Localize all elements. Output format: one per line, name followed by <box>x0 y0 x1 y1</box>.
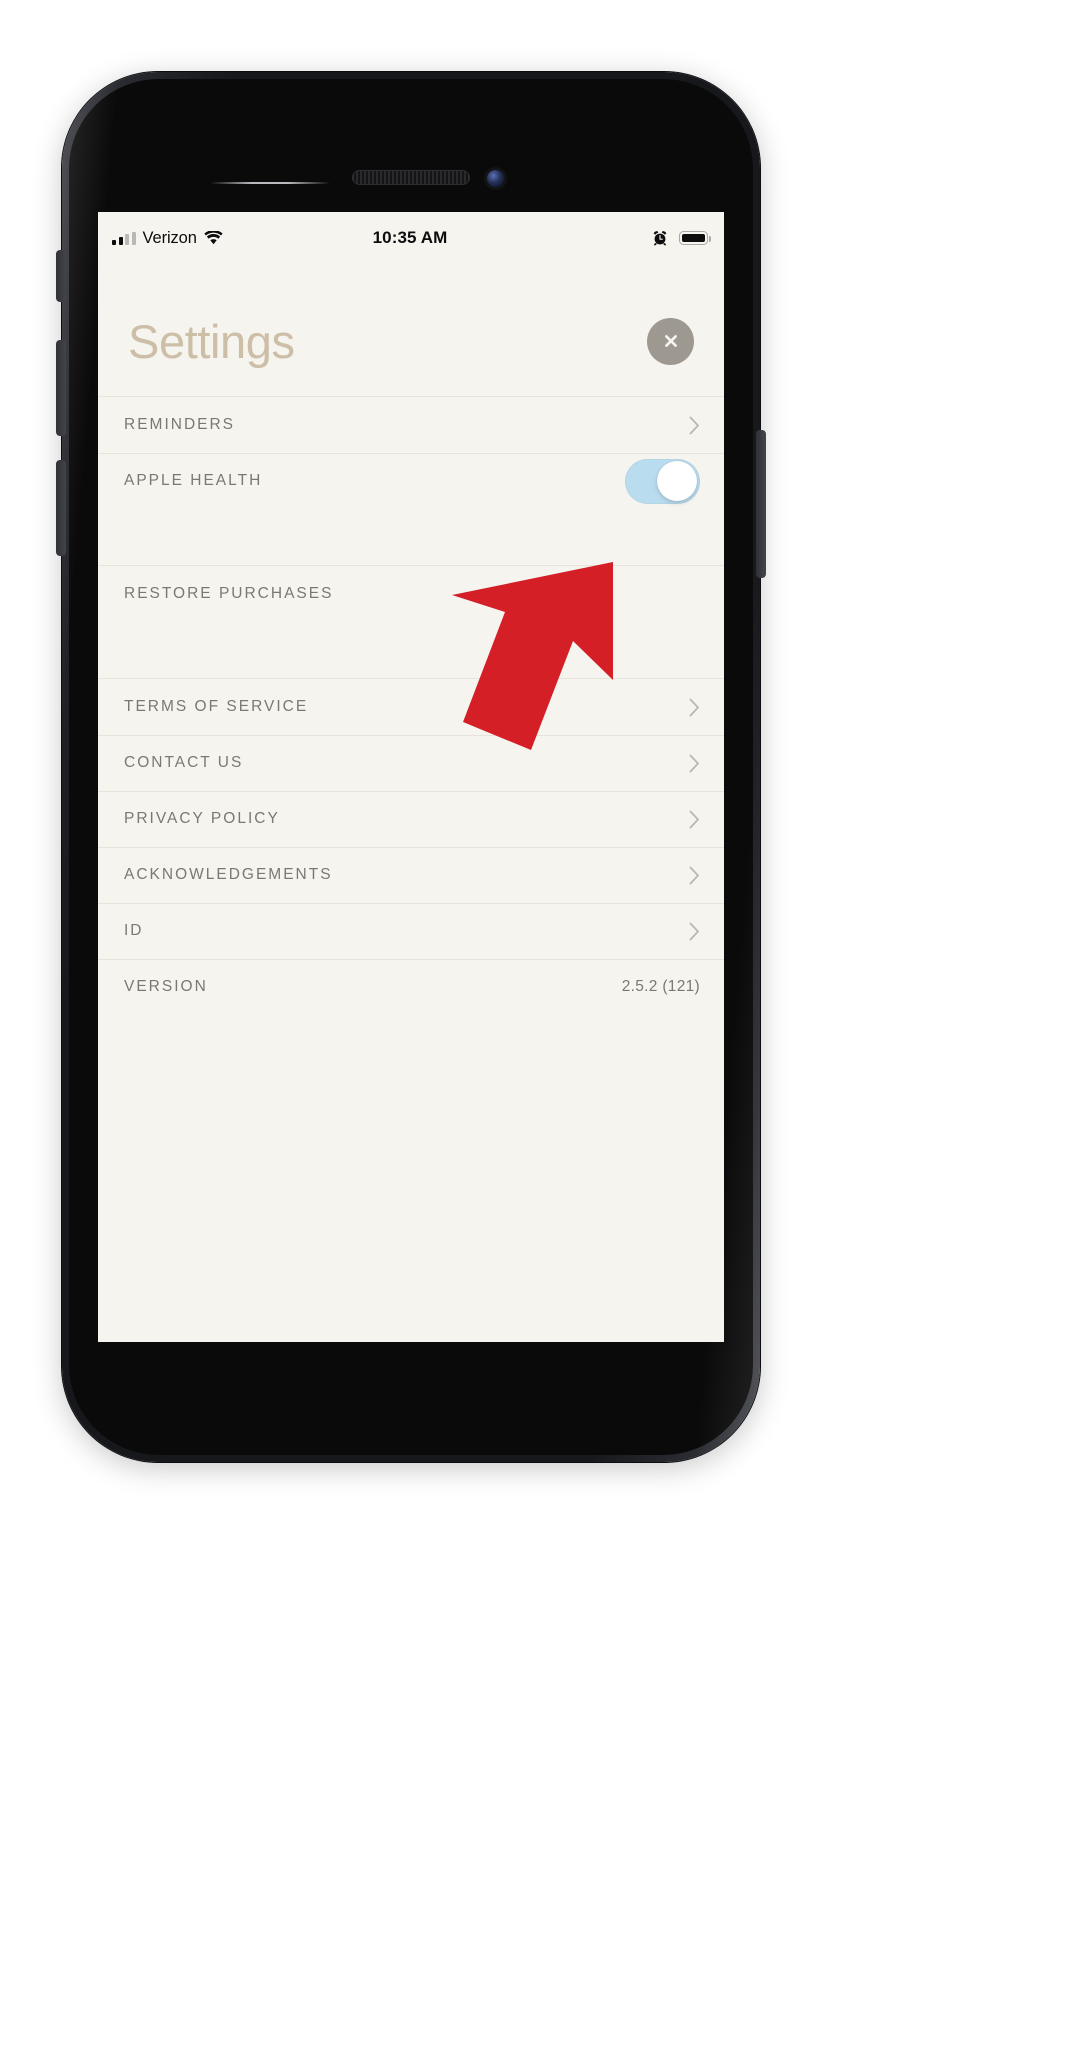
volume-up-button[interactable] <box>56 340 66 436</box>
settings-list: REMINDERS APPLE HEALTH RESTORE PURCHASES <box>98 396 724 1015</box>
close-x-icon <box>660 330 682 352</box>
row-accessory: 2.5.2 (121) <box>622 978 700 996</box>
row-accessory <box>625 458 700 504</box>
row-accessory <box>689 922 700 941</box>
row-label: REMINDERS <box>124 416 236 433</box>
phone-screen: Verizon 10:35 AM Settings REMINDERS APPL… <box>98 212 724 1342</box>
settings-row-reminders[interactable]: REMINDERS <box>98 397 724 453</box>
wifi-icon <box>204 230 223 245</box>
status-bar-left: Verizon <box>112 229 373 248</box>
chevron-right-icon <box>689 754 700 773</box>
page-title: Settings <box>128 314 295 368</box>
row-label: TERMS OF SERVICE <box>124 698 309 715</box>
clock-label: 10:35 AM <box>372 228 448 247</box>
row-accessory <box>689 754 700 773</box>
chevron-right-icon <box>689 416 700 435</box>
settings-row-privacy-policy[interactable]: PRIVACY POLICY <box>98 791 724 847</box>
earpiece-speaker-icon <box>352 170 470 185</box>
settings-row-version: VERSION 2.5.2 (121) <box>98 959 724 1015</box>
row-label: PRIVACY POLICY <box>124 810 280 827</box>
mute-switch-button[interactable] <box>56 250 66 302</box>
antenna-line <box>210 182 330 184</box>
volume-down-button[interactable] <box>56 460 66 556</box>
chevron-right-icon <box>689 810 700 829</box>
row-label: CONTACT US <box>124 754 244 771</box>
settings-header: Settings <box>98 264 724 396</box>
row-accessory <box>689 810 700 829</box>
row-label: ID <box>124 922 144 939</box>
toggle-knob <box>657 461 697 501</box>
settings-row-restore-purchases[interactable]: RESTORE PURCHASES <box>98 566 724 622</box>
chevron-right-icon <box>689 866 700 885</box>
row-label: APPLE HEALTH <box>124 472 263 489</box>
row-accessory <box>689 698 700 717</box>
settings-row-contact-us[interactable]: CONTACT US <box>98 735 724 791</box>
row-accessory <box>689 416 700 435</box>
settings-row-terms-of-service[interactable]: TERMS OF SERVICE <box>98 679 724 735</box>
chevron-right-icon <box>689 698 700 717</box>
apple-health-toggle[interactable] <box>625 458 700 504</box>
close-button[interactable] <box>647 317 694 365</box>
front-camera-icon <box>487 170 504 187</box>
row-accessory <box>689 866 700 885</box>
row-label: ACKNOWLEDGEMENTS <box>124 866 333 883</box>
chevron-right-icon <box>689 922 700 941</box>
version-value: 2.5.2 (121) <box>621 978 700 995</box>
settings-row-apple-health[interactable]: APPLE HEALTH <box>98 453 724 509</box>
signal-bars-icon <box>112 231 136 245</box>
row-label: RESTORE PURCHASES <box>124 585 334 602</box>
status-bar-right <box>447 230 712 246</box>
battery-full-icon <box>679 231 712 245</box>
row-label: VERSION <box>124 978 208 995</box>
settings-row-id[interactable]: ID <box>98 903 724 959</box>
carrier-label: Verizon <box>142 228 197 247</box>
status-bar: Verizon 10:35 AM <box>98 212 724 264</box>
alarm-clock-icon <box>652 230 668 246</box>
settings-row-acknowledgements[interactable]: ACKNOWLEDGEMENTS <box>98 847 724 903</box>
power-button[interactable] <box>756 430 766 578</box>
